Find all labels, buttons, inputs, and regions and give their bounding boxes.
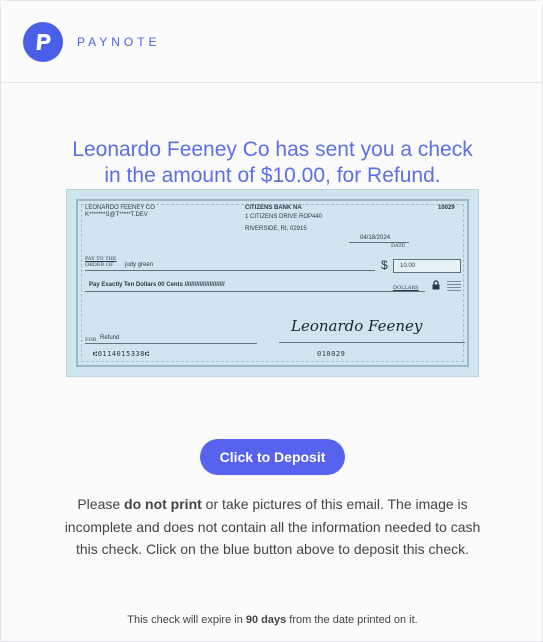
check-date: 04/18/2024 [360, 235, 391, 241]
memo-line [85, 343, 257, 344]
check-number: 10029 [438, 205, 455, 211]
bank-address-2: RIVERSIDE, RI, 02915 [245, 226, 307, 232]
amount-words: Pay Exactly Ten Dollars 00 Cents ///////… [89, 282, 225, 288]
notice-part-1: Please [77, 496, 125, 512]
signature-line [279, 342, 465, 343]
lock-icon [432, 280, 440, 290]
headline-line-1: Leonardo Feeney Co has sent you a check [72, 138, 473, 161]
dollars-label: DOLLARS [393, 285, 419, 291]
dollar-sign: $ [381, 258, 388, 272]
payer-name: LEONARDO FEENEY CO [85, 205, 155, 211]
expiration-notice: This check will expire in 90 days from t… [1, 614, 543, 626]
bank-name: CITIZENS BANK NA [245, 205, 302, 211]
micr-account: 010029 [317, 350, 346, 358]
amount-box: 10.00 [393, 259, 461, 273]
headline-line-2: in the amount of $10.00, for Refund. [104, 164, 441, 187]
date-label: DATE [391, 243, 406, 249]
security-features-text [447, 280, 461, 292]
email-header: PAYNOTE [1, 1, 542, 83]
amount-value: 10.00 [400, 263, 416, 269]
expire-part-1: This check will expire in [127, 614, 246, 626]
payee-line [85, 270, 375, 271]
email-card: PAYNOTE Leonardo Feeney Co has sent you … [0, 0, 543, 642]
check-image: LEONARDO FEENEY CO K*******S@T*****T.DEV… [66, 189, 479, 377]
headline: Leonardo Feeney Co has sent you a check … [1, 137, 543, 189]
deposit-button[interactable]: Click to Deposit [200, 439, 345, 475]
brand-name: PAYNOTE [77, 34, 161, 49]
expire-part-2: from the date printed on it. [286, 614, 418, 626]
paynote-logo-icon [23, 21, 63, 62]
expire-bold: 90 days [245, 614, 287, 626]
amount-words-line [85, 291, 425, 292]
logo-p-glyph [36, 33, 51, 50]
micr-routing: ⑆0114015338⑆ [93, 350, 150, 358]
do-not-print-notice: Please do not print or take pictures of … [61, 493, 484, 561]
bank-address-1: 1 CITIZENS DRIVE ROP440 [245, 214, 323, 220]
payer-email: K*******S@T*****T.DEV [85, 212, 148, 218]
pay-to-label-2: ORDER OF [85, 262, 114, 268]
memo-value: Refund [100, 335, 120, 341]
signature: Leonardo Feeney [291, 317, 423, 335]
notice-bold: do not print [124, 496, 202, 512]
payee-name: judy green [125, 262, 154, 268]
